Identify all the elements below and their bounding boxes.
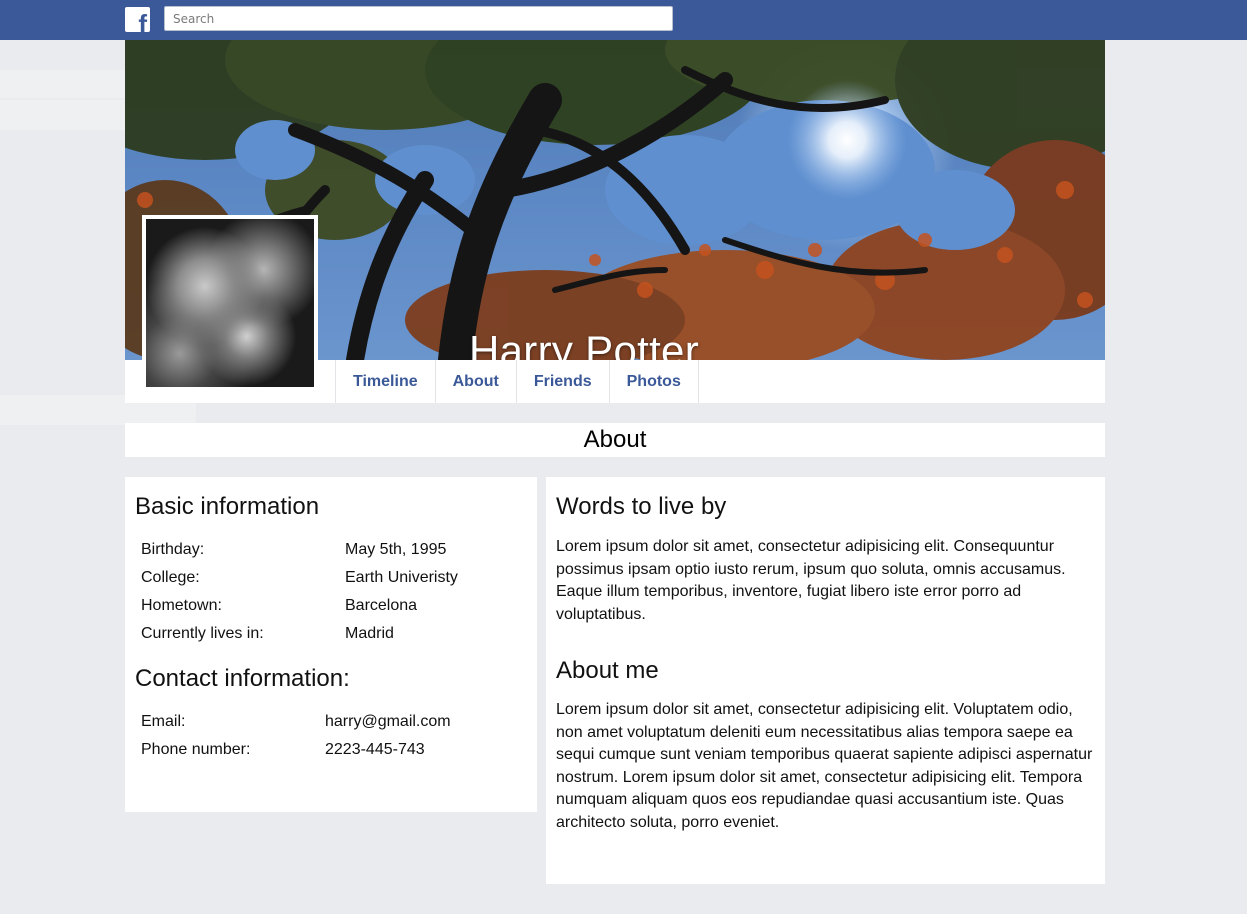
background-panel: [0, 70, 125, 98]
info-value: Madrid: [345, 625, 394, 642]
info-label: Currently lives in:: [141, 625, 264, 642]
words-title: Words to live by: [556, 493, 727, 520]
basic-info-card: Basic information Birthday: May 5th, 199…: [125, 477, 537, 812]
basic-info-table: Birthday: May 5th, 1995 College: Earth U…: [141, 536, 458, 648]
search-input[interactable]: [164, 6, 673, 31]
facebook-logo-icon[interactable]: f: [125, 7, 150, 32]
info-label: Email:: [141, 713, 186, 730]
email-link[interactable]: harry@gmail.com: [325, 708, 451, 736]
words-text: Lorem ipsum dolor sit amet, consectetur …: [556, 538, 1066, 623]
info-row-email: Email: harry@gmail.com: [141, 708, 451, 736]
info-label: Hometown:: [141, 597, 222, 614]
background-panel: [0, 100, 125, 130]
contact-info-table: Email: harry@gmail.com Phone number: 222…: [141, 708, 451, 764]
tab-timeline[interactable]: Timeline: [335, 360, 435, 403]
info-label: College:: [141, 569, 200, 586]
about-me-title: About me: [556, 657, 659, 684]
info-value: Barcelona: [345, 597, 418, 614]
tab-about[interactable]: About: [434, 360, 516, 403]
info-row-birthday: Birthday: May 5th, 1995: [141, 536, 446, 564]
profile-picture-icon: [146, 219, 314, 387]
info-row-hometown: Hometown: Barcelona: [141, 592, 417, 620]
tab-friends[interactable]: Friends: [515, 360, 609, 403]
top-bar: f: [0, 0, 1247, 40]
info-label: Birthday:: [141, 541, 205, 558]
profile-picture-frame[interactable]: [142, 215, 318, 391]
info-value: 2223-445-743: [325, 741, 425, 758]
about-me-text: Lorem ipsum dolor sit amet, consectetur …: [556, 701, 1093, 831]
basic-info-title: Basic information: [135, 493, 320, 520]
profile-name: Harry Potter: [469, 327, 699, 360]
info-value: Earth Univeristy: [345, 569, 458, 586]
profile-tabs: Timeline About Friends Photos: [335, 360, 699, 403]
info-row-college: College: Earth Univeristy: [141, 564, 458, 592]
section-title-about: About: [125, 423, 1105, 457]
about-details-card: Words to live by Lorem ipsum dolor sit a…: [546, 477, 1105, 884]
info-row-phone: Phone number: 2223-445-743: [141, 736, 425, 764]
info-value: May 5th, 1995: [345, 541, 447, 558]
facebook-logo-letter: f: [138, 9, 147, 32]
contact-info-title: Contact information:: [135, 665, 350, 692]
info-row-current-city: Currently lives in: Madrid: [141, 620, 394, 648]
tab-photos[interactable]: Photos: [608, 360, 699, 403]
info-label: Phone number:: [141, 741, 251, 758]
